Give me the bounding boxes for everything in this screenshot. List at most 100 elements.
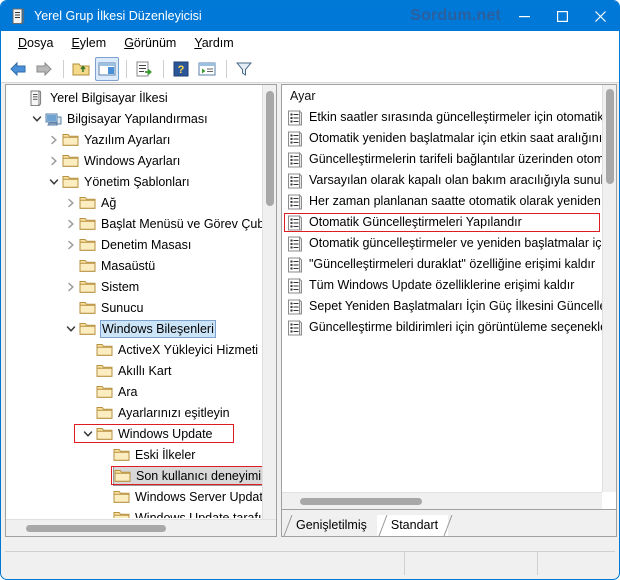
settings-list-row[interactable]: "Güncelleştirmeleri duraklat" özelliğine…: [282, 254, 602, 275]
folder-icon: [62, 153, 79, 169]
settings-list-pane: Ayar Etkin saatler sırasında güncelleşti…: [281, 84, 617, 537]
settings-list-row-label: Güncelleştirme bildirimleri için görüntü…: [309, 320, 602, 334]
tree-item[interactable]: Sistem: [6, 276, 262, 297]
settings-list-row[interactable]: Etkin saatler sırasında güncelleştirmele…: [282, 107, 602, 128]
policy-tree[interactable]: Yerel Bilgisayar İlkesi Bilgisayar Yapıla…: [6, 87, 262, 518]
filter-icon[interactable]: [232, 57, 256, 81]
policy-setting-icon: [287, 109, 303, 126]
forward-icon[interactable]: [32, 57, 56, 81]
maximize-icon[interactable]: [543, 1, 581, 31]
settings-list-row[interactable]: Tüm Windows Update özelliklerine erişimi…: [282, 275, 602, 296]
tree-item-label: Denetim Masası: [101, 237, 192, 252]
chevron-right-icon[interactable]: [63, 279, 79, 295]
tree-item[interactable]: Windows Update: [6, 423, 262, 444]
chevron-down-icon[interactable]: [63, 321, 79, 337]
list-horizontal-scrollbar[interactable]: [282, 492, 602, 509]
menu-dosya-accel: D: [18, 35, 28, 50]
close-icon[interactable]: [581, 1, 619, 31]
status-segment-3: [538, 552, 615, 575]
menu-eylem-accel: E: [71, 35, 80, 50]
tree-hscroll-thumb[interactable]: [26, 525, 166, 532]
menu-eylem[interactable]: Eylem: [62, 34, 115, 52]
tree-item[interactable]: Windows Ayarları: [6, 150, 262, 171]
titlebar[interactable]: Yerel Grup İlkesi Düzenleyicisi Sordum.n…: [1, 1, 619, 31]
folder-icon: [96, 342, 113, 358]
chevron-down-icon[interactable]: [29, 111, 45, 127]
toolbar-separator-2: [126, 59, 127, 78]
folder-icon: [96, 363, 113, 379]
settings-list-row[interactable]: Güncelleştirmelerin tarifeli bağlantılar…: [282, 149, 602, 170]
tree-item[interactable]: Windows Bileşenleri: [6, 318, 262, 339]
properties-icon[interactable]: [195, 57, 219, 81]
caption-buttons: [505, 1, 619, 31]
toolbar-separator-1: [63, 59, 64, 78]
tree-item[interactable]: Ayarlarınızı eşitleyin: [6, 402, 262, 423]
tab-standart[interactable]: Standart: [376, 515, 453, 536]
help-icon[interactable]: ?: [169, 57, 193, 81]
twisty-placeholder: [63, 258, 79, 274]
settings-list-row[interactable]: Otomatik Güncelleştirmeleri Yapılandır: [282, 212, 602, 233]
tree-item[interactable]: Yerel Bilgisayar İlkesi: [6, 87, 262, 108]
settings-list-row[interactable]: Otomatik güncelleştirmeler ve yeniden ba…: [282, 233, 602, 254]
tree-item[interactable]: Yönetim Şablonları: [6, 171, 262, 192]
column-header-ayar[interactable]: Ayar: [282, 85, 616, 107]
menu-eylem-rest: ylem: [79, 35, 107, 50]
menu-gorunum[interactable]: Görünüm: [115, 34, 185, 52]
tree-item[interactable]: Sunucu: [6, 297, 262, 318]
chevron-down-icon[interactable]: [80, 426, 96, 442]
tree-item[interactable]: Ağ: [6, 192, 262, 213]
tree-item[interactable]: Akıllı Kart: [6, 360, 262, 381]
settings-list-row[interactable]: Varsayılan olarak kapalı olan bakım arac…: [282, 170, 602, 191]
twisty-placeholder: [80, 342, 96, 358]
menu-dosya[interactable]: Dosya: [9, 34, 62, 52]
menu-yardim[interactable]: Yardım: [185, 34, 242, 52]
tree-item[interactable]: Denetim Masası: [6, 234, 262, 255]
chevron-right-icon[interactable]: [63, 237, 79, 253]
chevron-down-icon[interactable]: [46, 174, 62, 190]
tree-horizontal-scrollbar[interactable]: [6, 519, 276, 536]
settings-list-row[interactable]: Her zaman planlanan saatte otomatik olar…: [282, 191, 602, 212]
back-icon[interactable]: [6, 57, 30, 81]
settings-list-row[interactable]: Güncelleştirme bildirimleri için görüntü…: [282, 317, 602, 338]
list-vertical-scrollbar[interactable]: [602, 85, 616, 492]
tree-item[interactable]: Son kullanıcı deneyimini y: [6, 465, 262, 486]
folder-icon: [79, 216, 96, 232]
settings-list-row[interactable]: Sepet Yeniden Başlatmaları İçin Güç İlke…: [282, 296, 602, 317]
tree-vscroll-thumb[interactable]: [266, 91, 274, 206]
tab-genisletilmis[interactable]: Genişletilmiş: [282, 515, 377, 536]
menu-gorunum-rest: örünüm: [133, 35, 177, 50]
up-folder-icon[interactable]: [69, 57, 93, 81]
tree-item[interactable]: Windows Server Update S: [6, 486, 262, 507]
show-tree-icon[interactable]: [95, 56, 119, 81]
menu-yardim-accel: Y: [194, 35, 202, 50]
menu-gorunum-accel: G: [124, 35, 134, 50]
policy-setting-icon: [287, 151, 303, 168]
folder-icon: [79, 195, 96, 211]
tree-item[interactable]: Ara: [6, 381, 262, 402]
tree-item[interactable]: Bilgisayar Yapılandırması: [6, 108, 262, 129]
chevron-right-icon[interactable]: [46, 132, 62, 148]
folder-icon: [96, 426, 113, 442]
list-vscroll-thumb[interactable]: [606, 89, 614, 184]
tree-item[interactable]: Eski İlkeler: [6, 444, 262, 465]
tree-item-label: Yazılım Ayarları: [84, 132, 171, 147]
chevron-right-icon[interactable]: [63, 195, 79, 211]
minimize-icon[interactable]: [505, 1, 543, 31]
export-list-icon[interactable]: [132, 57, 156, 81]
folder-icon: [79, 300, 96, 316]
tree-vertical-scrollbar[interactable]: [262, 85, 276, 519]
tree-item[interactable]: Masaüstü: [6, 255, 262, 276]
tree-item[interactable]: ActiveX Yükleyici Hizmeti: [6, 339, 262, 360]
chevron-right-icon[interactable]: [63, 216, 79, 232]
policy-setting-icon: [287, 298, 303, 315]
tree-item[interactable]: Başlat Menüsü ve Görev Çubuğu: [6, 213, 262, 234]
tree-item[interactable]: Windows Update tarafında: [6, 507, 262, 518]
folder-icon: [79, 258, 96, 274]
policy-setting-icon: [287, 130, 303, 147]
chevron-right-icon[interactable]: [46, 153, 62, 169]
settings-list[interactable]: Etkin saatler sırasında güncelleştirmele…: [282, 107, 602, 492]
tab-slash-right: [443, 515, 453, 536]
list-hscroll-thumb[interactable]: [300, 498, 422, 505]
settings-list-row[interactable]: Otomatik yeniden başlatmalar için etkin …: [282, 128, 602, 149]
tree-item[interactable]: Yazılım Ayarları: [6, 129, 262, 150]
